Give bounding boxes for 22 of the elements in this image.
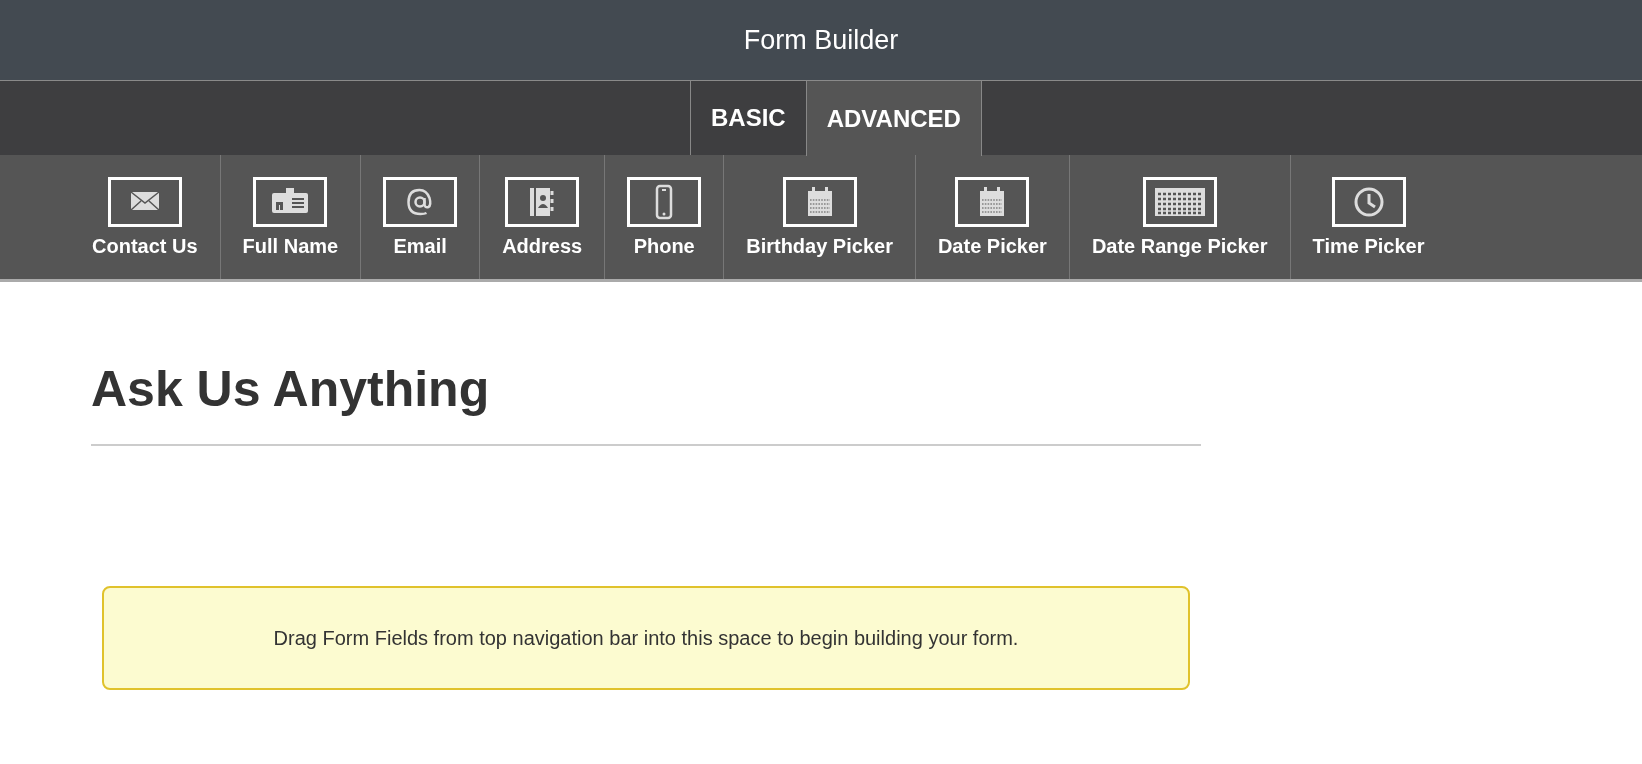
calendar-icon [955, 176, 1030, 227]
field-button[interactable]: Birthday Picker [724, 155, 916, 279]
id-card-icon [253, 176, 328, 227]
field-button[interactable]: Date Picker [915, 155, 1070, 279]
form-title: Ask Us Anything [91, 360, 1201, 446]
drop-zone-notice: Drag Form Fields from top navigation bar into this space to begin building your form. [102, 586, 1190, 690]
field-button[interactable]: Contact Us [70, 155, 221, 279]
calendar-icon [782, 176, 857, 227]
contact-book-icon [505, 176, 580, 227]
at-sign-icon [383, 176, 458, 227]
field-button[interactable]: Date Range Picker [1069, 155, 1291, 279]
field-button[interactable]: Full Name [220, 155, 362, 279]
envelope-icon [107, 176, 182, 227]
phone-icon [627, 176, 702, 227]
field-button[interactable]: Phone [605, 155, 725, 279]
field-button[interactable]: Time Picker [1290, 155, 1447, 279]
field-button[interactable]: Address [480, 155, 606, 279]
window-title: Form Builder [743, 24, 899, 56]
tab[interactable]: ADVANCED [805, 81, 982, 156]
clock-icon [1331, 176, 1406, 227]
field-button[interactable]: Email [361, 155, 481, 279]
calendar-grid-icon [1142, 176, 1217, 227]
